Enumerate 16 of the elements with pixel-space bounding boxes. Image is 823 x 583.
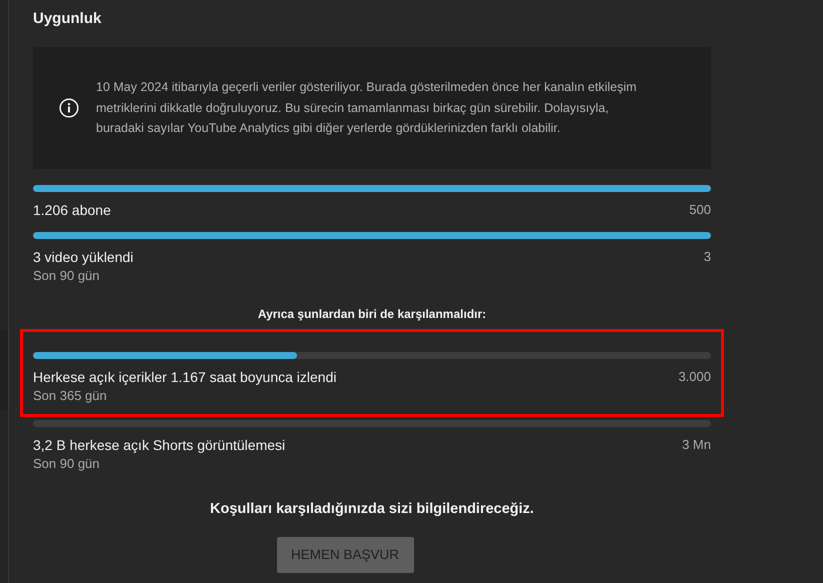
metric-period: Son 90 gün (33, 267, 101, 285)
metric-label: 3 video yüklendi (33, 248, 134, 266)
metric-period: Son 365 gün (33, 387, 108, 405)
alternative-heading: Ayrıca şunlardan biri de karşılanmalıdır: (258, 306, 486, 322)
metric-label: 3,2 B herkese açık Shorts görüntülemesi (33, 436, 286, 454)
metric-target: 500 (689, 201, 711, 219)
notice-text: 10 May 2024 itibarıyla geçerli veriler gösteriliyor. Burada gösterilmeden önce her kanalın etkileşim metriklerini dikkatle doğruluyoruz. Bu sürecin tamamlanması birkaç gün sürebilir. Dolayısıyla, buradaki sayılar YouTube Analytics gibi diğer yerlerde gördüklerinizden farklı olabilir. (96, 79, 638, 138)
metric-target: 3.000 (678, 368, 711, 386)
info-icon (59, 98, 79, 118)
metric-target: 3 Mn (682, 436, 711, 454)
metric-period: Son 90 gün (33, 455, 101, 473)
section-title: Uygunluk (33, 10, 102, 28)
metric-target: 3 (704, 248, 711, 266)
metric-label: Herkese açık içerikler 1.167 saat boyunca izlendi (33, 368, 336, 386)
footer-message: Koşulları karşıladığınızda sizi bilgilendireceğiz. (210, 500, 534, 518)
metric-label: 1.206 abone (33, 201, 111, 219)
